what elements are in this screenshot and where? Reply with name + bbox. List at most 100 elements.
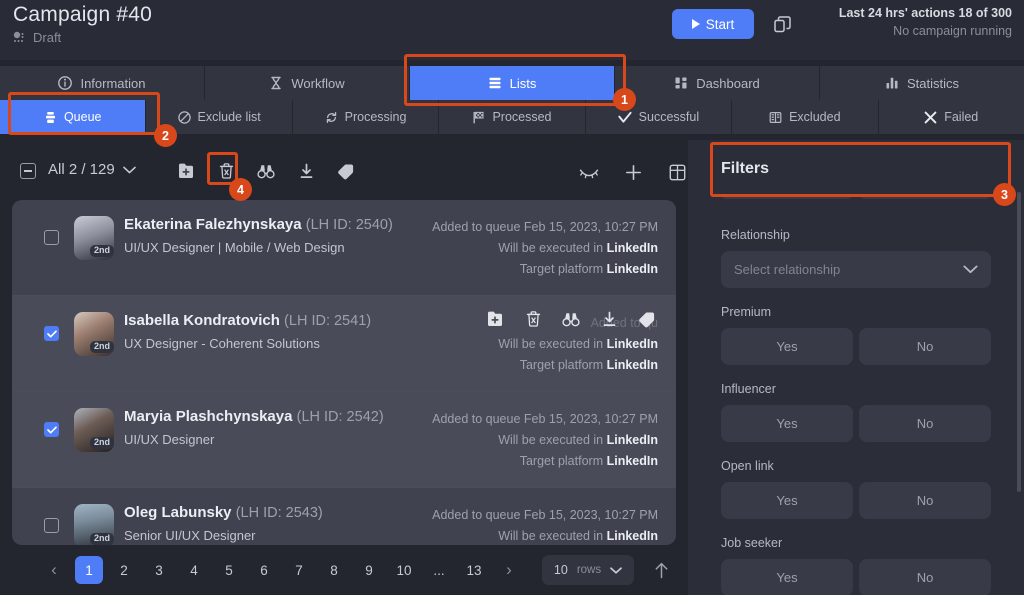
filters-panel: Filters Relationship Select relationship… bbox=[688, 140, 1024, 595]
tab-dashboard[interactable]: Dashboard bbox=[615, 66, 820, 100]
filter-label: Influencer bbox=[721, 382, 991, 396]
open-link-yes-button[interactable]: Yes bbox=[721, 482, 853, 519]
person-name: Ekaterina Falezhynskaya (LH ID: 2540) bbox=[124, 216, 393, 233]
add-to-campaign-button[interactable] bbox=[175, 160, 197, 182]
person-lh-id: (LH ID: 2543) bbox=[236, 505, 323, 521]
sub-tab-failed-label: Failed bbox=[944, 110, 978, 124]
tag-button[interactable] bbox=[335, 160, 357, 182]
excluded-icon bbox=[769, 111, 782, 124]
next-page-button[interactable]: › bbox=[495, 556, 523, 584]
page-button-13[interactable]: 13 bbox=[460, 556, 488, 584]
sub-tab-processed[interactable]: Processed bbox=[439, 100, 585, 134]
tab-lists-label: Lists bbox=[510, 76, 537, 91]
job-seeker-toggle-group: Yes No bbox=[721, 559, 991, 595]
row-find-emails-button[interactable] bbox=[560, 308, 582, 330]
hide-eye-icon bbox=[579, 165, 599, 179]
person-lh-id: (LH ID: 2541) bbox=[284, 313, 371, 329]
filters-scrollbar[interactable] bbox=[1017, 192, 1021, 492]
person-role: Senior UI/UX Designer bbox=[124, 528, 256, 543]
page-button-5[interactable]: 5 bbox=[215, 556, 243, 584]
rows-per-page-unit: rows bbox=[577, 564, 601, 576]
delete-icon bbox=[218, 162, 235, 180]
start-button[interactable]: Start bbox=[672, 9, 754, 39]
premium-no-button[interactable]: No bbox=[859, 328, 991, 365]
check-icon bbox=[618, 111, 632, 124]
connection-degree-badge: 2nd bbox=[90, 533, 114, 545]
relationship-select[interactable]: Select relationship bbox=[721, 251, 991, 288]
actions-count: Last 24 hrs' actions 18 of 300 bbox=[839, 6, 1012, 20]
row-checkbox[interactable] bbox=[44, 230, 59, 245]
target-platform: Target platform LinkedIn bbox=[432, 451, 658, 472]
tab-dashboard-label: Dashboard bbox=[696, 76, 760, 91]
influencer-yes-button[interactable]: Yes bbox=[721, 405, 853, 442]
tab-information[interactable]: Information bbox=[0, 66, 205, 100]
row-action-icons bbox=[484, 308, 658, 330]
prev-page-button[interactable]: ‹ bbox=[40, 556, 68, 584]
find-emails-button[interactable] bbox=[255, 160, 277, 182]
page-button-1[interactable]: 1 bbox=[75, 556, 103, 584]
avatar: 2nd bbox=[74, 504, 116, 545]
add-column-button[interactable] bbox=[622, 161, 644, 183]
download-icon bbox=[601, 311, 618, 328]
avatar: 2nd bbox=[74, 312, 116, 358]
row-download-button[interactable] bbox=[598, 308, 620, 330]
page-button-7[interactable]: 7 bbox=[285, 556, 313, 584]
row-delete-button[interactable] bbox=[522, 308, 544, 330]
row-checkbox[interactable] bbox=[44, 518, 59, 533]
influencer-toggle-group: Yes No bbox=[721, 405, 991, 442]
page-button-8[interactable]: 8 bbox=[320, 556, 348, 584]
premium-yes-button[interactable]: Yes bbox=[721, 328, 853, 365]
queue-icon bbox=[44, 111, 57, 124]
page-button-10[interactable]: 10 bbox=[390, 556, 418, 584]
delete-toolbar-button[interactable] bbox=[215, 160, 237, 182]
person-lh-id: (LH ID: 2540) bbox=[306, 217, 393, 233]
person-name: Oleg Labunsky (LH ID: 2543) bbox=[124, 504, 323, 521]
page-button-2[interactable]: 2 bbox=[110, 556, 138, 584]
grid-view-button[interactable] bbox=[666, 161, 688, 183]
download-button[interactable] bbox=[295, 160, 317, 182]
scroll-to-top-button[interactable] bbox=[654, 562, 669, 579]
hide-columns-button[interactable] bbox=[578, 161, 600, 183]
connection-degree-badge: 2nd bbox=[90, 437, 114, 449]
page-button-9[interactable]: 9 bbox=[355, 556, 383, 584]
x-icon bbox=[924, 111, 937, 124]
influencer-no-button[interactable]: No bbox=[859, 405, 991, 442]
job-seeker-yes-button[interactable]: Yes bbox=[721, 559, 853, 595]
sub-tab-successful[interactable]: Successful bbox=[586, 100, 732, 134]
main-tabs: Information Workflow Lists Dashboard Sta bbox=[0, 66, 1024, 100]
open-link-no-button[interactable]: No bbox=[859, 482, 991, 519]
row-checkbox[interactable] bbox=[44, 326, 59, 341]
row-checkbox[interactable] bbox=[44, 422, 59, 437]
sub-tab-failed[interactable]: Failed bbox=[879, 100, 1024, 134]
filter-premium: Premium Yes No bbox=[721, 305, 991, 365]
job-seeker-no-button[interactable]: No bbox=[859, 559, 991, 595]
page-button-3[interactable]: 3 bbox=[145, 556, 173, 584]
page-ellipsis: ... bbox=[425, 556, 453, 584]
tab-statistics[interactable]: Statistics bbox=[820, 66, 1024, 100]
person-name-text: Oleg Labunsky bbox=[124, 504, 232, 521]
plus-icon bbox=[625, 164, 642, 181]
row-meta: Added to queue Feb 15, 2023, 10:27 PM Wi… bbox=[432, 217, 658, 280]
sub-tab-excluded[interactable]: Excluded bbox=[732, 100, 878, 134]
sub-tab-exclude-list[interactable]: Exclude list bbox=[146, 100, 292, 134]
table-row[interactable]: 2nd Oleg Labunsky (LH ID: 2543) Senior U… bbox=[12, 488, 676, 545]
select-all-checkbox[interactable] bbox=[20, 163, 36, 179]
page-button-4[interactable]: 4 bbox=[180, 556, 208, 584]
sub-tab-processing[interactable]: Processing bbox=[293, 100, 439, 134]
filter-open-link: Open link Yes No bbox=[721, 459, 991, 519]
tab-lists[interactable]: Lists bbox=[410, 66, 615, 100]
page-button-6[interactable]: 6 bbox=[250, 556, 278, 584]
added-to-queue: Added to queue Feb 15, 2023, 10:27 PM bbox=[432, 217, 658, 238]
row-add-to-campaign-button[interactable] bbox=[484, 308, 506, 330]
draft-dots-icon bbox=[13, 31, 26, 44]
table-row[interactable]: 2nd Ekaterina Falezhynskaya (LH ID: 2540… bbox=[12, 200, 676, 296]
tab-workflow[interactable]: Workflow bbox=[205, 66, 410, 100]
row-tag-button[interactable] bbox=[636, 308, 658, 330]
duplicate-campaign-button[interactable] bbox=[770, 12, 794, 36]
selection-dropdown[interactable]: All 2 / 129 bbox=[48, 161, 136, 178]
table-row[interactable]: 2nd Isabella Kondratovich (LH ID: 2541) … bbox=[12, 296, 676, 392]
sub-tab-queue[interactable]: Queue bbox=[0, 100, 146, 134]
rows-per-page-select[interactable]: 10 rows bbox=[542, 555, 634, 585]
play-icon bbox=[692, 19, 700, 29]
table-row[interactable]: 2nd Maryia Plashchynskaya (LH ID: 2542) … bbox=[12, 392, 676, 488]
